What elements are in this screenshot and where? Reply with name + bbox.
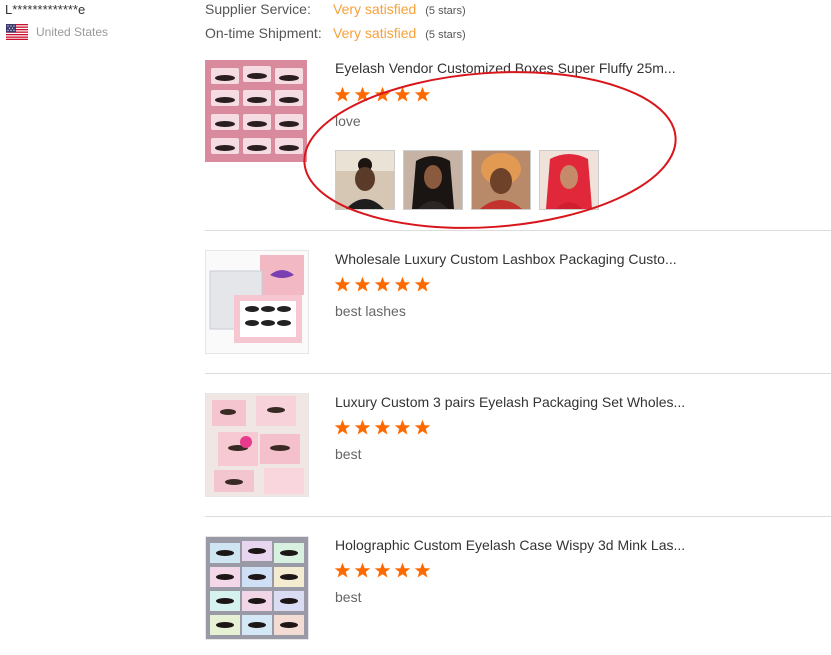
product-review: Holographic Custom Eyelash Case Wispy 3d… <box>205 536 831 646</box>
product-review: Eyelash Vendor Customized Boxes Super Fl… <box>205 60 831 220</box>
reviewer-name: L*************e <box>5 2 86 17</box>
star-icon <box>334 562 351 578</box>
product-image[interactable] <box>205 393 309 497</box>
review-comment: best lashes <box>335 303 406 319</box>
rating-stars <box>334 562 431 579</box>
rating-stars <box>334 419 431 436</box>
rating-label: On-time Shipment: <box>205 25 322 41</box>
star-icon <box>394 276 411 292</box>
rating-stars <box>334 86 431 103</box>
us-flag-icon <box>6 24 28 40</box>
star-icon <box>394 419 411 435</box>
star-icon <box>394 562 411 578</box>
product-review: Luxury Custom 3 pairs Eyelash Packaging … <box>205 393 831 503</box>
supplier-service-rating: Supplier Service: Very satisfied (5 stars) <box>205 1 466 17</box>
rating-stars <box>334 276 431 293</box>
star-icon <box>334 86 351 102</box>
country-label: United States <box>36 25 109 39</box>
star-icon <box>374 86 391 102</box>
rating-value: Very satisfied <box>333 25 417 41</box>
rating-stars-note: (5 stars) <box>425 29 466 41</box>
review-photo[interactable] <box>403 150 463 210</box>
product-title[interactable]: Eyelash Vendor Customized Boxes Super Fl… <box>335 60 676 76</box>
product-image[interactable] <box>205 60 307 162</box>
review-photo[interactable] <box>539 150 599 210</box>
star-icon <box>354 562 371 578</box>
review-photo[interactable] <box>471 150 531 210</box>
divider <box>205 516 831 517</box>
review-comment: best <box>335 589 362 605</box>
star-icon <box>374 562 391 578</box>
product-title[interactable]: Wholesale Luxury Custom Lashbox Packagin… <box>335 251 677 267</box>
star-icon <box>334 419 351 435</box>
product-title[interactable]: Holographic Custom Eyelash Case Wispy 3d… <box>335 537 685 553</box>
review-comment: love <box>335 113 361 129</box>
rating-value: Very satisfied <box>333 1 417 17</box>
divider <box>205 230 831 231</box>
star-icon <box>354 419 371 435</box>
product-image[interactable] <box>205 250 309 354</box>
product-title[interactable]: Luxury Custom 3 pairs Eyelash Packaging … <box>335 394 685 410</box>
star-icon <box>414 419 431 435</box>
on-time-shipment-rating: On-time Shipment: Very satisfied (5 stars) <box>205 25 466 41</box>
star-icon <box>354 276 371 292</box>
review-comment: best <box>335 446 362 462</box>
reviewer-country: United States <box>6 24 108 40</box>
product-review: Wholesale Luxury Custom Lashbox Packagin… <box>205 250 831 360</box>
star-icon <box>374 276 391 292</box>
divider <box>205 373 831 374</box>
star-icon <box>354 86 371 102</box>
star-icon <box>334 276 351 292</box>
rating-label: Supplier Service: <box>205 1 311 17</box>
star-icon <box>414 562 431 578</box>
review-images <box>335 150 599 210</box>
star-icon <box>374 419 391 435</box>
star-icon <box>414 86 431 102</box>
star-icon <box>414 276 431 292</box>
product-image[interactable] <box>205 536 309 640</box>
star-icon <box>394 86 411 102</box>
rating-stars-note: (5 stars) <box>425 5 466 17</box>
review-photo[interactable] <box>335 150 395 210</box>
